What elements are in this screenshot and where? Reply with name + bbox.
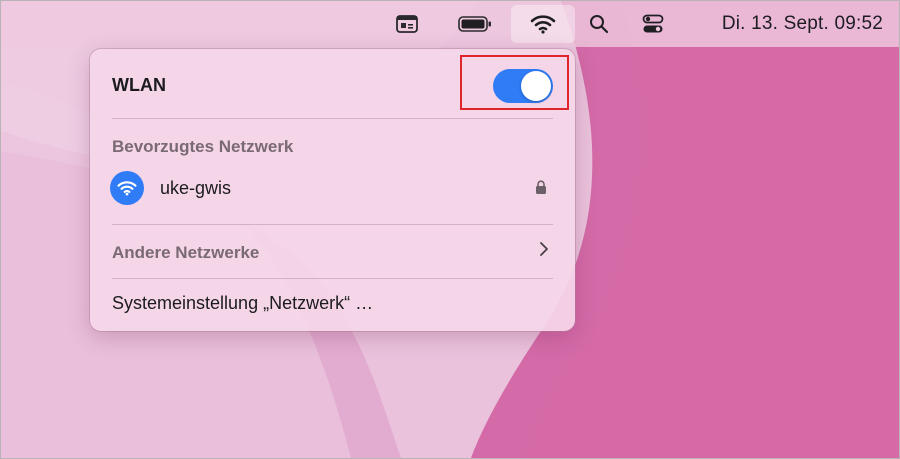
network-wifi-badge (110, 171, 144, 205)
wlan-title: WLAN (112, 75, 166, 95)
divider (112, 278, 553, 279)
wlan-menu-panel: WLAN Bevorzugtes Netzwerk uke-gwis Ander… (90, 49, 575, 331)
divider (112, 224, 553, 225)
menu-bar: Di. 13. Sept. 09:52 (1, 1, 899, 47)
other-networks-item[interactable]: Andere Netzwerke (112, 243, 259, 263)
search-icon[interactable] (583, 1, 615, 47)
network-name: uke-gwis (160, 178, 232, 198)
control-center-icon[interactable] (635, 1, 671, 47)
screen: Di. 13. Sept. 09:52 WLAN Bevorzugtes Net… (0, 0, 900, 459)
lock-icon (536, 180, 546, 194)
input-source-icon[interactable] (389, 1, 425, 47)
preferred-network-heading: Bevorzugtes Netzwerk (112, 137, 294, 156)
divider (112, 118, 553, 119)
chevron-right-icon[interactable] (539, 241, 549, 257)
network-row-uke-gwis[interactable]: uke-gwis (104, 167, 562, 209)
menu-bar-clock[interactable]: Di. 13. Sept. 09:52 (722, 1, 883, 47)
network-settings-item[interactable]: Systemeinstellung „Netzwerk“ … (112, 293, 373, 314)
annotation-highlight-box (460, 55, 569, 110)
wifi-icon (117, 181, 137, 196)
wifi-icon[interactable] (523, 1, 563, 47)
battery-icon[interactable] (455, 1, 495, 47)
